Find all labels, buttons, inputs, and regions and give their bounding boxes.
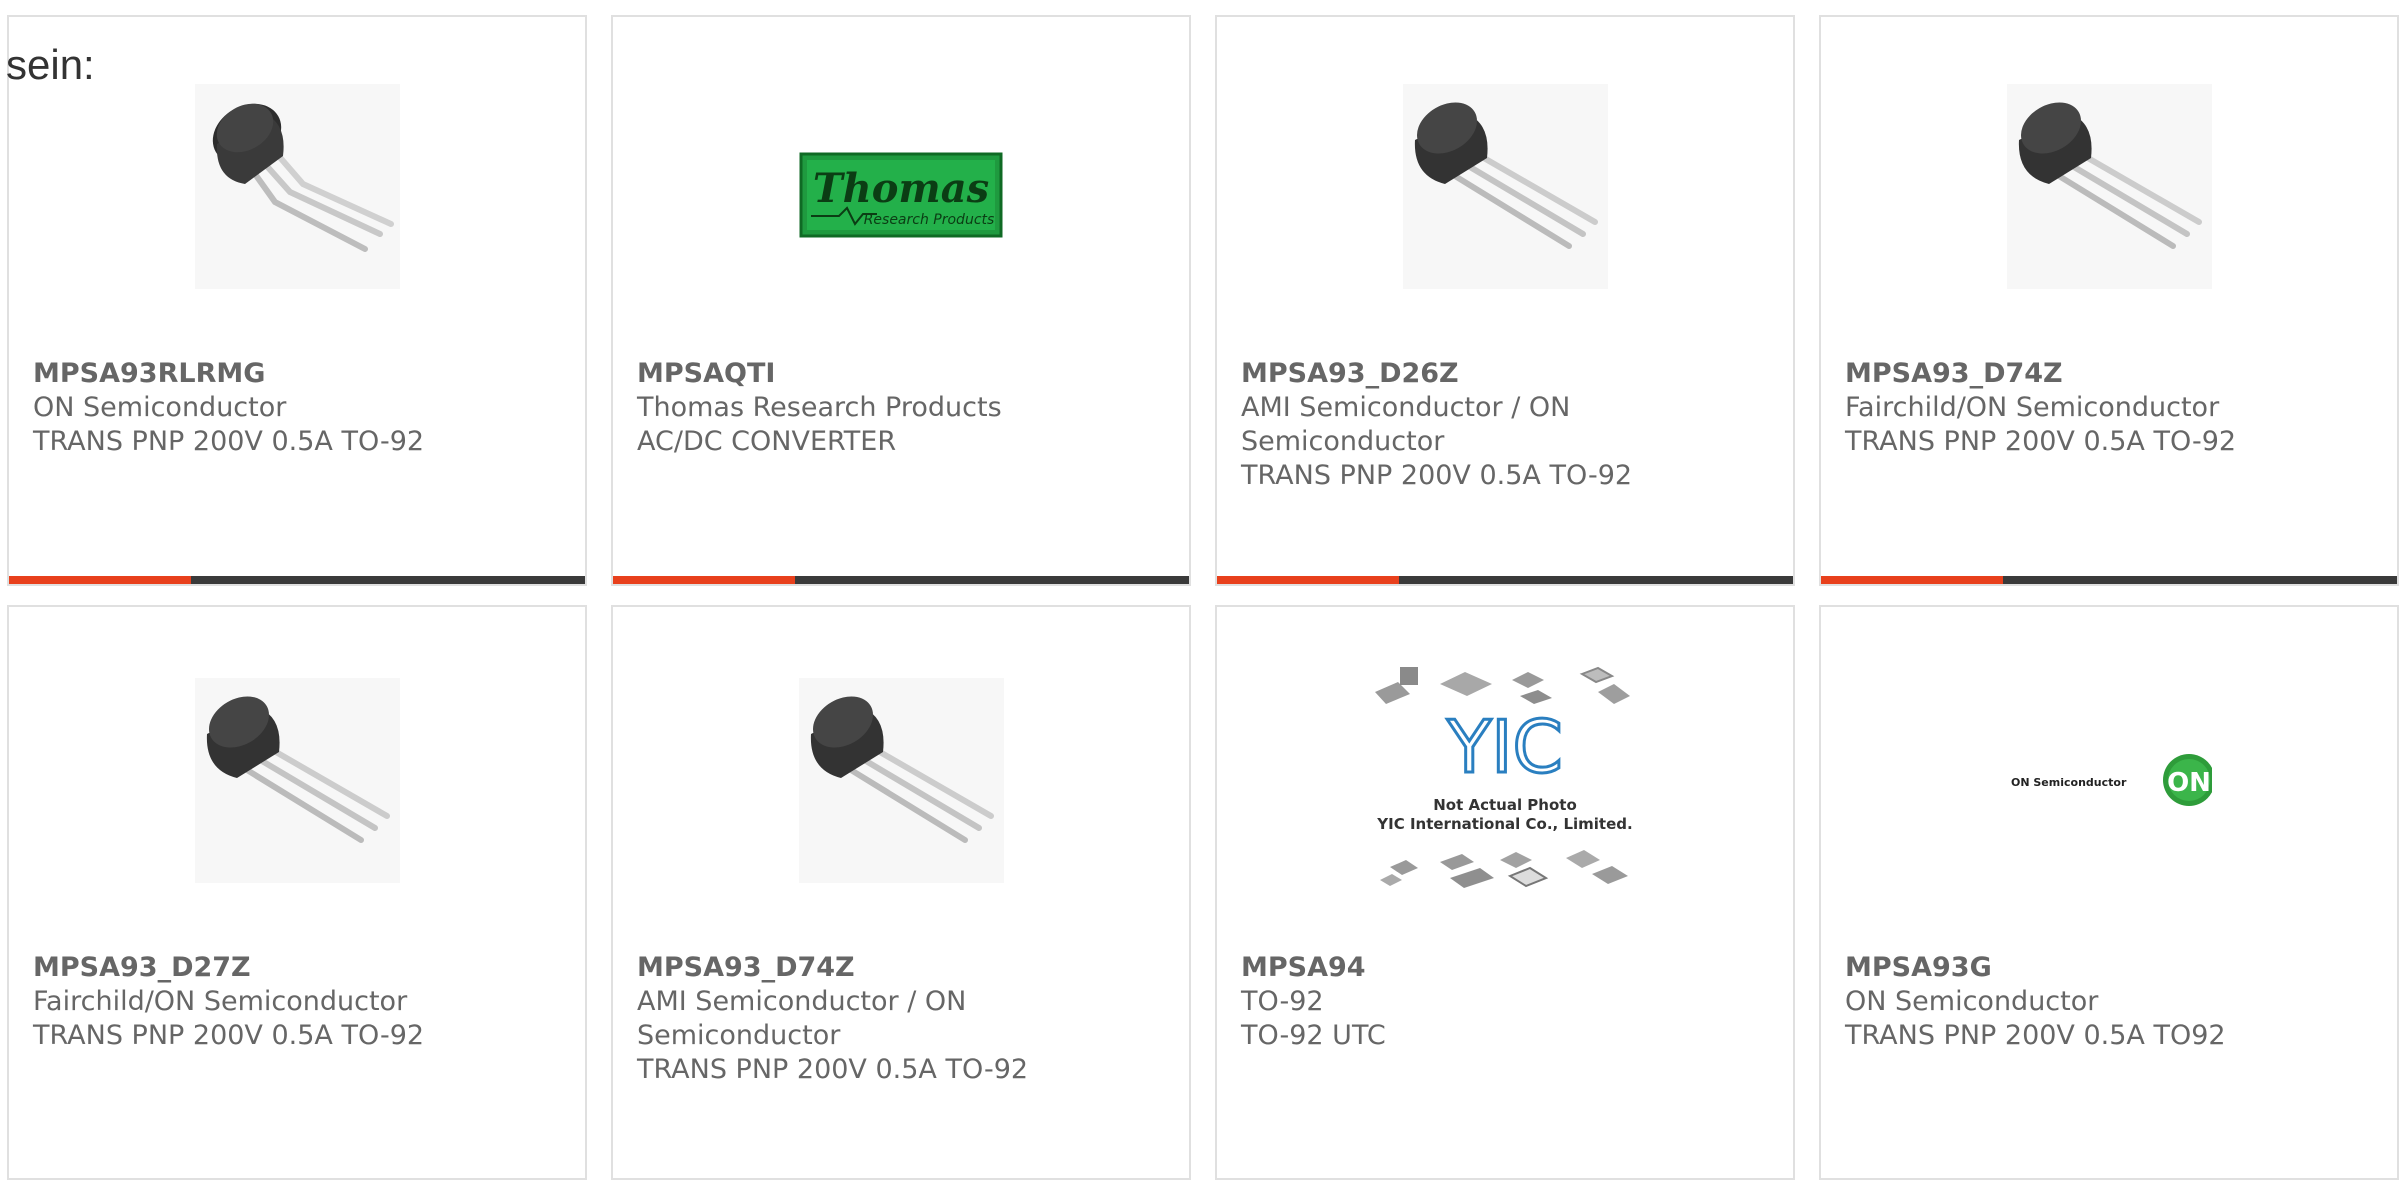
section-heading: sein: (6, 41, 95, 88)
svg-text:YIC International Co., Limited: YIC International Co., Limited. (1376, 815, 1632, 833)
svg-text:Not Actual Photo: Not Actual Photo (1433, 796, 1577, 814)
description: TRANS PNP 200V 0.5A TO92 (1845, 1020, 2226, 1051)
svg-text:ON Semiconductor: ON Semiconductor (2011, 776, 2127, 789)
part-number[interactable]: MPSA94 (1241, 951, 1773, 985)
card-footer-bar (9, 576, 585, 584)
manufacturer: AMI Semiconductor / ON Semiconductor (637, 986, 967, 1051)
svg-text:ON: ON (2167, 768, 2211, 798)
description: TRANS PNP 200V 0.5A TO-92 (33, 426, 425, 457)
part-number[interactable]: MPSA93RLRMG (33, 357, 565, 391)
accent-bar (1217, 576, 1399, 584)
part-number[interactable]: MPSA93_D27Z (33, 951, 565, 985)
product-image[interactable]: Thomas Research Products (799, 84, 1004, 289)
description: TRANS PNP 200V 0.5A TO-92 (637, 1054, 1029, 1085)
description: TO-92 UTC (1241, 1020, 1386, 1051)
accent-bar (1821, 576, 2003, 584)
on-semiconductor-logo-icon: ON Semiconductor ON (2011, 754, 2212, 806)
manufacturer: Fairchild/ON Semiconductor (33, 986, 408, 1017)
description: AC/DC CONVERTER (637, 426, 897, 457)
manufacturer: ON Semiconductor (33, 392, 287, 423)
svg-text:YIC: YIC (1446, 705, 1563, 789)
card-footer-bar (613, 576, 1189, 584)
thomas-research-logo-icon: Thomas Research Products (799, 152, 1003, 238)
product-image[interactable] (1403, 84, 1608, 289)
part-number[interactable]: MPSA93_D74Z (1845, 357, 2377, 391)
package: TO-92 (1241, 986, 1324, 1017)
part-number[interactable]: MPSA93G (1845, 951, 2377, 985)
manufacturer: ON Semiconductor (1845, 986, 2099, 1017)
accent-bar (9, 576, 191, 584)
part-number[interactable]: MPSA93_D74Z (637, 951, 1169, 985)
product-card[interactable]: Thomas Research Products MPSAQTI Thomas … (611, 15, 1191, 586)
part-number[interactable]: MPSA93_D26Z (1241, 357, 1773, 391)
product-image[interactable]: ON Semiconductor ON (2007, 678, 2212, 883)
product-card[interactable]: MPSA93_D74Z AMI Semiconductor / ON Semic… (611, 605, 1191, 1180)
manufacturer: Thomas Research Products (637, 392, 1002, 423)
product-card[interactable]: MPSA93_D26Z AMI Semiconductor / ON Semic… (1215, 15, 1795, 586)
transistor-icon (799, 678, 1004, 883)
product-image[interactable] (2007, 84, 2212, 289)
product-image[interactable]: YIC Not Actual Photo YIC International C… (1370, 662, 1640, 902)
transistor-icon (2007, 84, 2212, 289)
description: TRANS PNP 200V 0.5A TO-92 (1241, 460, 1633, 491)
svg-text:Research Products: Research Products (864, 212, 995, 228)
card-footer-bar (1217, 576, 1793, 584)
accent-bar (613, 576, 795, 584)
card-footer-bar (1821, 576, 2397, 584)
transistor-icon (195, 84, 400, 289)
manufacturer: Fairchild/ON Semiconductor (1845, 392, 2220, 423)
product-card[interactable]: YIC Not Actual Photo YIC International C… (1215, 605, 1795, 1180)
product-card[interactable]: MPSA93_D74Z Fairchild/ON Semiconductor T… (1819, 15, 2399, 586)
description: TRANS PNP 200V 0.5A TO-92 (1845, 426, 2237, 457)
product-card[interactable]: ON Semiconductor ON MPSA93G ON Semicondu… (1819, 605, 2399, 1180)
description: TRANS PNP 200V 0.5A TO-92 (33, 1020, 425, 1051)
yic-placeholder-icon: YIC Not Actual Photo YIC International C… (1375, 666, 1633, 888)
product-image[interactable] (799, 678, 1004, 883)
svg-text:Thomas: Thomas (813, 165, 989, 212)
transistor-icon (1403, 84, 1608, 289)
product-image[interactable] (195, 84, 400, 289)
part-number[interactable]: MPSAQTI (637, 357, 1169, 391)
manufacturer: AMI Semiconductor / ON Semiconductor (1241, 392, 1571, 457)
product-image[interactable] (195, 678, 400, 883)
product-card[interactable]: MPSA93RLRMG ON Semiconductor TRANS PNP 2… (7, 15, 587, 586)
transistor-icon (195, 678, 400, 883)
product-card[interactable]: MPSA93_D27Z Fairchild/ON Semiconductor T… (7, 605, 587, 1180)
